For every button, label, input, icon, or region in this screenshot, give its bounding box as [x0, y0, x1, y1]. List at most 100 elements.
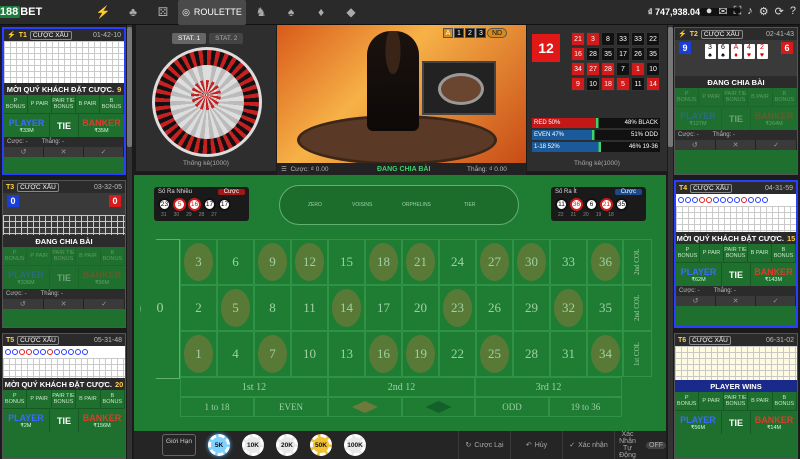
- table-card-t5[interactable]: T5 CƯỢC XẤU 05-31-48 MỜI QUÝ KHÁCH ĐẶT CƯỢ…: [2, 333, 126, 459]
- odd-bet[interactable]: ODD: [475, 397, 549, 417]
- b-bonus-bet[interactable]: B BONUS: [100, 95, 124, 113]
- column-bet-middle[interactable]: 2nd COL: [622, 285, 652, 331]
- cold-number[interactable]: 35: [615, 198, 628, 211]
- track-orphelins[interactable]: ORPHELINS: [402, 202, 431, 208]
- cold-number[interactable]: 11: [555, 198, 568, 211]
- road-3[interactable]: 3: [476, 28, 486, 38]
- tie-bet[interactable]: TIE: [721, 263, 751, 286]
- number-cell-32[interactable]: 32: [550, 285, 587, 331]
- player-bet[interactable]: PLAYER ₹33M: [4, 114, 49, 137]
- confirm-icon[interactable]: ✓: [84, 147, 124, 157]
- dozen-1[interactable]: 1st 12: [180, 377, 328, 397]
- close-icon[interactable]: ✕: [716, 296, 756, 306]
- number-cell-35[interactable]: 35: [587, 285, 624, 331]
- black-bet[interactable]: [402, 397, 475, 417]
- hot-number[interactable]: 17: [218, 198, 231, 211]
- confirm-icon[interactable]: ✓: [84, 299, 125, 309]
- p-pair-bet[interactable]: P PAIR: [699, 88, 724, 106]
- number-cell-11[interactable]: 11: [291, 285, 328, 331]
- close-icon[interactable]: ✕: [44, 147, 84, 157]
- player-bet[interactable]: PLAYER ₹56M: [675, 411, 721, 434]
- number-cell-18[interactable]: 18: [365, 239, 402, 285]
- baccarat-icon[interactable]: ♣: [118, 0, 148, 25]
- pair-tie-bet[interactable]: PAIR TIE BONUS: [52, 95, 76, 113]
- confirm-icon[interactable]: ✓: [756, 140, 797, 150]
- number-cell-2[interactable]: 2: [180, 285, 217, 331]
- number-cell-29[interactable]: 29: [513, 285, 550, 331]
- undo-icon[interactable]: ↺: [676, 296, 716, 306]
- undo-icon[interactable]: ↺: [675, 140, 716, 150]
- player-bet[interactable]: PLAYER ₹2M: [3, 409, 49, 432]
- number-cell-19[interactable]: 19: [402, 331, 439, 377]
- banker-bet[interactable]: BANKER ₹143M: [751, 263, 796, 286]
- p-pair-bet[interactable]: P PAIR: [699, 392, 724, 410]
- number-cell-30[interactable]: 30: [513, 239, 550, 285]
- dozen-3[interactable]: 3rd 12: [475, 377, 622, 397]
- p-pair-bet[interactable]: P PAIR: [28, 95, 52, 113]
- number-cell-16[interactable]: 16: [365, 331, 402, 377]
- chip-50k[interactable]: 50K: [310, 434, 332, 456]
- b-bonus-bet[interactable]: B BONUS: [773, 88, 797, 106]
- p-bonus-bet[interactable]: P BONUS: [3, 390, 28, 408]
- scroll-thumb[interactable]: [127, 27, 132, 147]
- number-cell-22[interactable]: 22: [439, 331, 476, 377]
- number-cell-31[interactable]: 31: [550, 331, 587, 377]
- hot-number[interactable]: 16: [188, 198, 201, 211]
- track-tier[interactable]: TIER: [464, 202, 475, 208]
- number-zero[interactable]: 0: [140, 239, 180, 379]
- number-cell-28[interactable]: 28: [513, 331, 550, 377]
- b-bonus-bet[interactable]: B BONUS: [772, 244, 796, 262]
- player-bet[interactable]: PLAYER ₹336M: [3, 266, 49, 289]
- red-bet[interactable]: [328, 397, 402, 417]
- limit-button[interactable]: Giới Hạn: [162, 434, 196, 456]
- number-cell-8[interactable]: 8: [254, 285, 291, 331]
- player-bet[interactable]: PLAYER ₹127M: [675, 107, 721, 130]
- number-cell-13[interactable]: 13: [328, 331, 365, 377]
- number-cell-14[interactable]: 14: [328, 285, 365, 331]
- hot-number[interactable]: 17: [203, 198, 216, 211]
- pair-tie-bet[interactable]: PAIR TIE BONUS: [52, 247, 77, 265]
- b-bonus-bet[interactable]: B BONUS: [101, 390, 125, 408]
- chip-5k[interactable]: 5K: [208, 434, 230, 456]
- help-icon[interactable]: ?: [790, 5, 796, 18]
- video-menu-icon[interactable]: ☰: [281, 165, 287, 173]
- b-pair-bet[interactable]: B PAIR: [76, 390, 101, 408]
- number-cell-5[interactable]: 5: [217, 285, 254, 331]
- dragon-tiger-icon[interactable]: ♞: [246, 0, 276, 25]
- number-cell-3[interactable]: 3: [180, 239, 217, 285]
- number-cell-25[interactable]: 25: [476, 331, 513, 377]
- p-bonus-bet[interactable]: P BONUS: [676, 244, 700, 262]
- tie-bet[interactable]: TIE: [720, 411, 752, 434]
- history-icon[interactable]: ⟳: [775, 5, 784, 18]
- number-cell-15[interactable]: 15: [328, 239, 365, 285]
- hot-number[interactable]: 5: [173, 198, 186, 211]
- number-cell-26[interactable]: 26: [476, 285, 513, 331]
- cold-number[interactable]: 21: [600, 198, 613, 211]
- number-cell-27[interactable]: 27: [476, 239, 513, 285]
- tie-bet[interactable]: TIE: [48, 409, 80, 432]
- cards-icon[interactable]: ♠: [276, 0, 306, 25]
- number-cell-20[interactable]: 20: [402, 285, 439, 331]
- cold-number[interactable]: 36: [570, 198, 583, 211]
- p-bonus-bet[interactable]: P BONUS: [675, 392, 700, 410]
- pair-tie-bet[interactable]: PAIR TIE BONUS: [52, 390, 77, 408]
- b-pair-bet[interactable]: B PAIR: [748, 88, 773, 106]
- sicbo-icon[interactable]: ⚄: [148, 0, 178, 25]
- b-pair-bet[interactable]: B PAIR: [748, 244, 772, 262]
- table-card-t1[interactable]: ⚡ T1 CƯỢC XẤU 01-42-10 MỜI QUÝ KHÁCH ĐẶT CƯ…: [2, 27, 126, 175]
- dozen-2[interactable]: 2nd 12: [328, 377, 475, 397]
- left-scrollbar[interactable]: [127, 25, 132, 459]
- number-cell-12[interactable]: 12: [291, 239, 328, 285]
- close-icon[interactable]: ✕: [44, 299, 85, 309]
- p-pair-bet[interactable]: P PAIR: [27, 247, 52, 265]
- number-cell-23[interactable]: 23: [439, 285, 476, 331]
- road-1[interactable]: 1: [454, 28, 464, 38]
- undo-icon[interactable]: ↺: [3, 299, 44, 309]
- p-pair-bet[interactable]: P PAIR: [27, 390, 52, 408]
- pair-tie-bet[interactable]: PAIR TIE BONUS: [724, 88, 749, 106]
- low-bet[interactable]: 1 to 18: [180, 397, 254, 417]
- chip-20k[interactable]: 20K: [276, 434, 298, 456]
- banker-bet[interactable]: BANKER ₹14M: [751, 411, 797, 434]
- track-voisins[interactable]: VOISINS: [352, 202, 372, 208]
- undo-button[interactable]: ↶ Hủy: [510, 431, 562, 459]
